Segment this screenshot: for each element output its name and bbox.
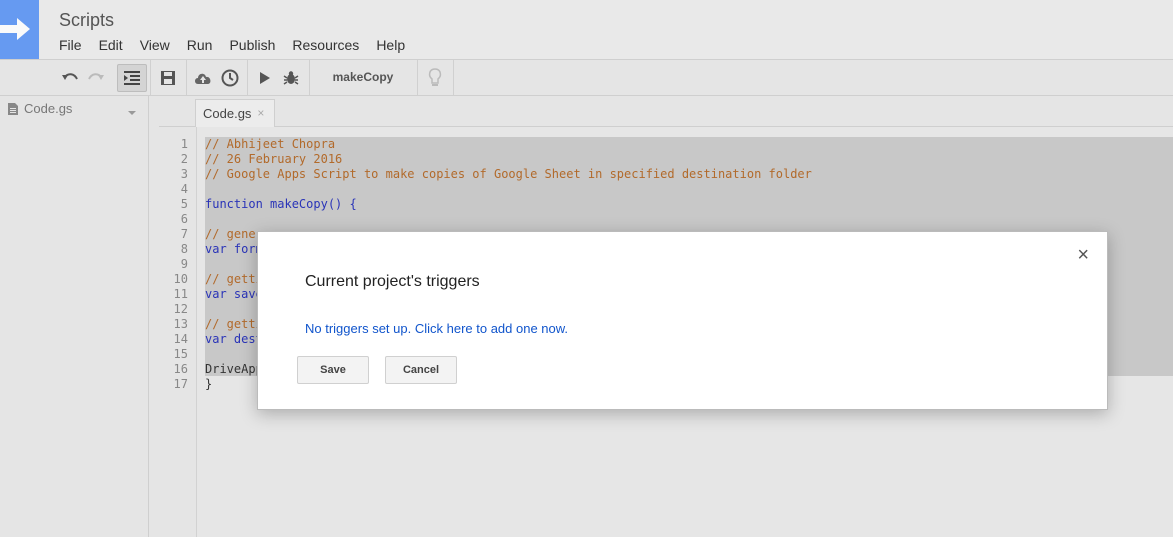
redo-button[interactable] — [84, 60, 108, 95]
line-number-gutter: 1 2 3 4 5 6 7 8 9 10 11 12 13 14 15 16 1… — [159, 127, 197, 537]
menu-run[interactable]: Run — [187, 37, 213, 53]
undo-button[interactable] — [58, 60, 82, 95]
app-header: Scripts File Edit View Run Publish Resou… — [0, 0, 1173, 60]
menu-bar: File Edit View Run Publish Resources Hel… — [59, 37, 422, 53]
file-sidebar: Code.gs — [0, 96, 149, 537]
tab-label: Code.gs — [203, 106, 252, 121]
lightbulb-icon — [428, 67, 442, 86]
bug-icon — [283, 70, 299, 85]
code-line: var save — [205, 287, 263, 301]
run-button[interactable] — [253, 60, 277, 95]
function-select[interactable]: makeCopy — [310, 60, 416, 95]
toolbar-divider — [186, 60, 187, 95]
indent-button[interactable] — [117, 64, 147, 92]
code-line: // getti — [205, 272, 263, 286]
arrow-right-icon — [0, 18, 30, 40]
line-number: 5 — [180, 197, 188, 211]
cancel-button[interactable]: Cancel — [385, 356, 457, 384]
line-number: 6 — [180, 212, 188, 226]
code-line: function makeCopy() { — [205, 197, 357, 211]
code-line: // gener — [205, 227, 263, 241]
cloud-upload-icon — [195, 73, 211, 84]
line-number: 1 — [180, 137, 188, 151]
line-number: 7 — [180, 227, 188, 241]
line-number: 12 — [173, 302, 188, 316]
code-line: } — [205, 377, 213, 391]
dialog-title: Current project's triggers — [305, 273, 480, 290]
line-number: 8 — [180, 242, 188, 256]
debug-button[interactable] — [279, 60, 303, 95]
line-number: 2 — [180, 152, 188, 166]
line-number: 9 — [180, 257, 188, 271]
line-number: 3 — [180, 167, 188, 181]
undo-icon — [62, 72, 78, 80]
code-line: // Abhijeet Chopra — [205, 137, 336, 151]
indent-icon — [124, 71, 140, 85]
close-tab-icon[interactable]: × — [257, 100, 264, 127]
tab-code-gs[interactable]: Code.gs × — [195, 99, 276, 127]
code-line: // getti — [205, 317, 263, 331]
deploy-button[interactable] — [191, 60, 215, 95]
code-line: DriveApp — [205, 362, 263, 376]
toolbar-divider — [247, 60, 248, 95]
chevron-down-icon[interactable] — [128, 111, 136, 115]
editor-tabs: Code.gs × — [159, 96, 1173, 127]
toolbar-divider — [150, 60, 151, 95]
line-number: 10 — [173, 272, 188, 286]
file-icon — [8, 102, 18, 115]
line-number: 17 — [173, 377, 188, 391]
menu-file[interactable]: File — [59, 37, 82, 53]
redo-icon — [88, 72, 104, 80]
toolbar-divider — [453, 60, 454, 95]
execution-hints-button[interactable] — [423, 60, 447, 95]
line-number: 15 — [173, 347, 188, 361]
sidebar-file-code-gs[interactable]: Code.gs — [8, 101, 72, 116]
toolbar: makeCopy — [0, 60, 1173, 96]
clock-icon — [221, 69, 239, 86]
close-icon[interactable]: × — [1077, 244, 1089, 267]
sidebar-file-label: Code.gs — [24, 101, 73, 116]
menu-edit[interactable]: Edit — [99, 37, 123, 53]
menu-resources[interactable]: Resources — [292, 37, 359, 53]
line-number: 13 — [173, 317, 188, 331]
save-button[interactable] — [156, 60, 180, 95]
menu-publish[interactable]: Publish — [229, 37, 275, 53]
triggers-dialog: × Current project's triggers No triggers… — [257, 231, 1108, 410]
play-icon — [260, 71, 270, 84]
save-icon — [161, 70, 175, 85]
triggers-button[interactable] — [218, 60, 242, 95]
add-trigger-link[interactable]: No triggers set up. Click here to add on… — [305, 321, 568, 336]
menu-help[interactable]: Help — [376, 37, 405, 53]
line-number: 16 — [173, 362, 188, 376]
code-line: // 26 February 2016 — [205, 152, 343, 166]
toolbar-divider — [417, 60, 418, 95]
apps-script-logo[interactable] — [0, 0, 39, 59]
menu-view[interactable]: View — [140, 37, 170, 53]
code-line: var dest — [205, 332, 263, 346]
project-title[interactable]: Scripts — [59, 10, 114, 31]
line-number: 4 — [180, 182, 188, 196]
code-line: // Google Apps Script to make copies of … — [205, 167, 812, 181]
save-button[interactable]: Save — [297, 356, 369, 384]
code-line: var form — [205, 242, 263, 256]
line-number: 14 — [173, 332, 188, 346]
line-number: 11 — [173, 287, 188, 301]
